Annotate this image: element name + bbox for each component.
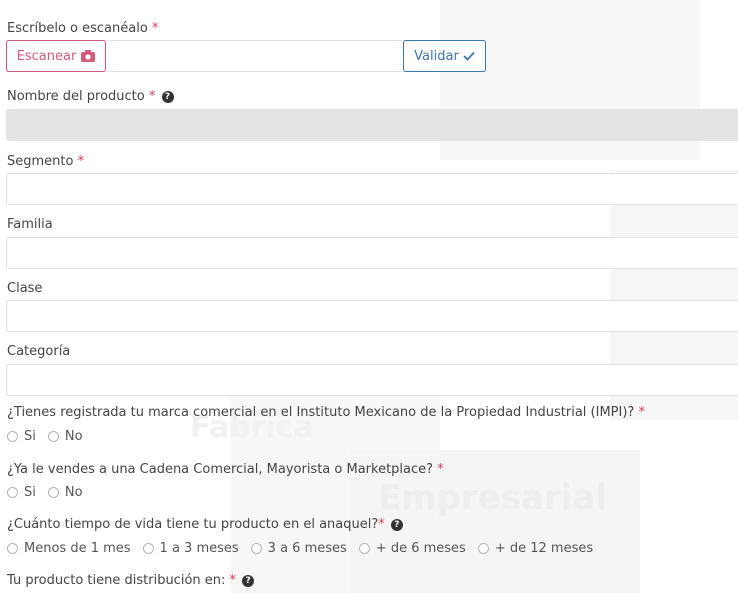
category-field[interactable] — [6, 364, 738, 396]
help-icon[interactable]: ? — [242, 574, 255, 587]
class-field[interactable] — [6, 300, 738, 332]
impi-radio-group: Si No — [7, 429, 95, 444]
radio-option-less-1-month[interactable]: Menos de 1 mes — [7, 541, 131, 556]
chain-radio-group: Si No — [7, 485, 95, 500]
radio-option-no[interactable]: No — [47, 429, 83, 444]
category-label: Categoría — [7, 344, 71, 359]
impi-question-label: ¿Tienes registrada tu marca comercial en… — [7, 405, 645, 420]
radio-circle[interactable] — [7, 543, 18, 554]
radio-circle[interactable] — [250, 543, 262, 554]
camera-icon — [81, 50, 96, 62]
shelf-life-radio-group: Menos de 1 mes 1 a 3 meses 3 a 6 meses +… — [7, 541, 605, 556]
segment-label: Segmento * — [7, 154, 85, 169]
scan-input-group: Escanear Validar — [6, 40, 486, 72]
required-asterisk: * — [638, 405, 645, 420]
radio-circle[interactable] — [47, 431, 59, 442]
required-asterisk: * — [148, 89, 156, 104]
distribution-question-label: Tu producto tiene distribución en: * ? — [7, 573, 255, 588]
radio-circle[interactable] — [142, 543, 154, 554]
radio-option-1-3-months[interactable]: 1 a 3 meses — [142, 541, 239, 556]
checkmark-icon — [463, 51, 475, 61]
radio-circle[interactable] — [7, 431, 18, 442]
help-icon[interactable]: ? — [390, 518, 403, 531]
validate-button[interactable]: Validar — [403, 40, 486, 72]
validate-button-label: Validar — [414, 48, 459, 64]
family-field[interactable] — [6, 237, 738, 269]
radio-option-3-6-months[interactable]: 3 a 6 meses — [250, 541, 347, 556]
shelf-life-question-label: ¿Cuánto tiempo de vida tiene tu producto… — [7, 517, 403, 532]
radio-option-yes[interactable]: Si — [7, 429, 36, 444]
required-asterisk: * — [229, 573, 237, 588]
radio-circle[interactable] — [358, 543, 370, 554]
radio-circle[interactable] — [477, 543, 489, 554]
help-icon[interactable]: ? — [161, 90, 174, 103]
required-asterisk: * — [378, 517, 385, 532]
radio-option-no[interactable]: No — [47, 485, 83, 500]
radio-circle[interactable] — [47, 487, 59, 498]
family-label: Familia — [7, 217, 53, 232]
scan-button-label: Escanear — [16, 48, 77, 64]
required-asterisk: * — [437, 462, 444, 477]
scan-button[interactable]: Escanear — [6, 40, 106, 72]
radio-option-6-plus-months[interactable]: + de 6 meses — [358, 541, 466, 556]
product-name-field — [6, 109, 738, 141]
radio-option-yes[interactable]: Si — [7, 485, 36, 500]
required-asterisk: * — [151, 21, 159, 36]
product-form: Escríbelo o escanéalo * Escanear Validar… — [0, 0, 738, 593]
segment-field[interactable] — [6, 173, 738, 205]
chain-question-label: ¿Ya le vendes a una Cadena Comercial, Ma… — [7, 462, 444, 477]
radio-option-12-plus-months[interactable]: + de 12 meses — [477, 541, 593, 556]
product-name-label: Nombre del producto * ? — [7, 89, 174, 104]
class-label: Clase — [7, 281, 43, 296]
radio-circle[interactable] — [7, 487, 18, 498]
required-asterisk: * — [77, 154, 85, 169]
scan-label: Escríbelo o escanéalo * — [7, 21, 159, 36]
